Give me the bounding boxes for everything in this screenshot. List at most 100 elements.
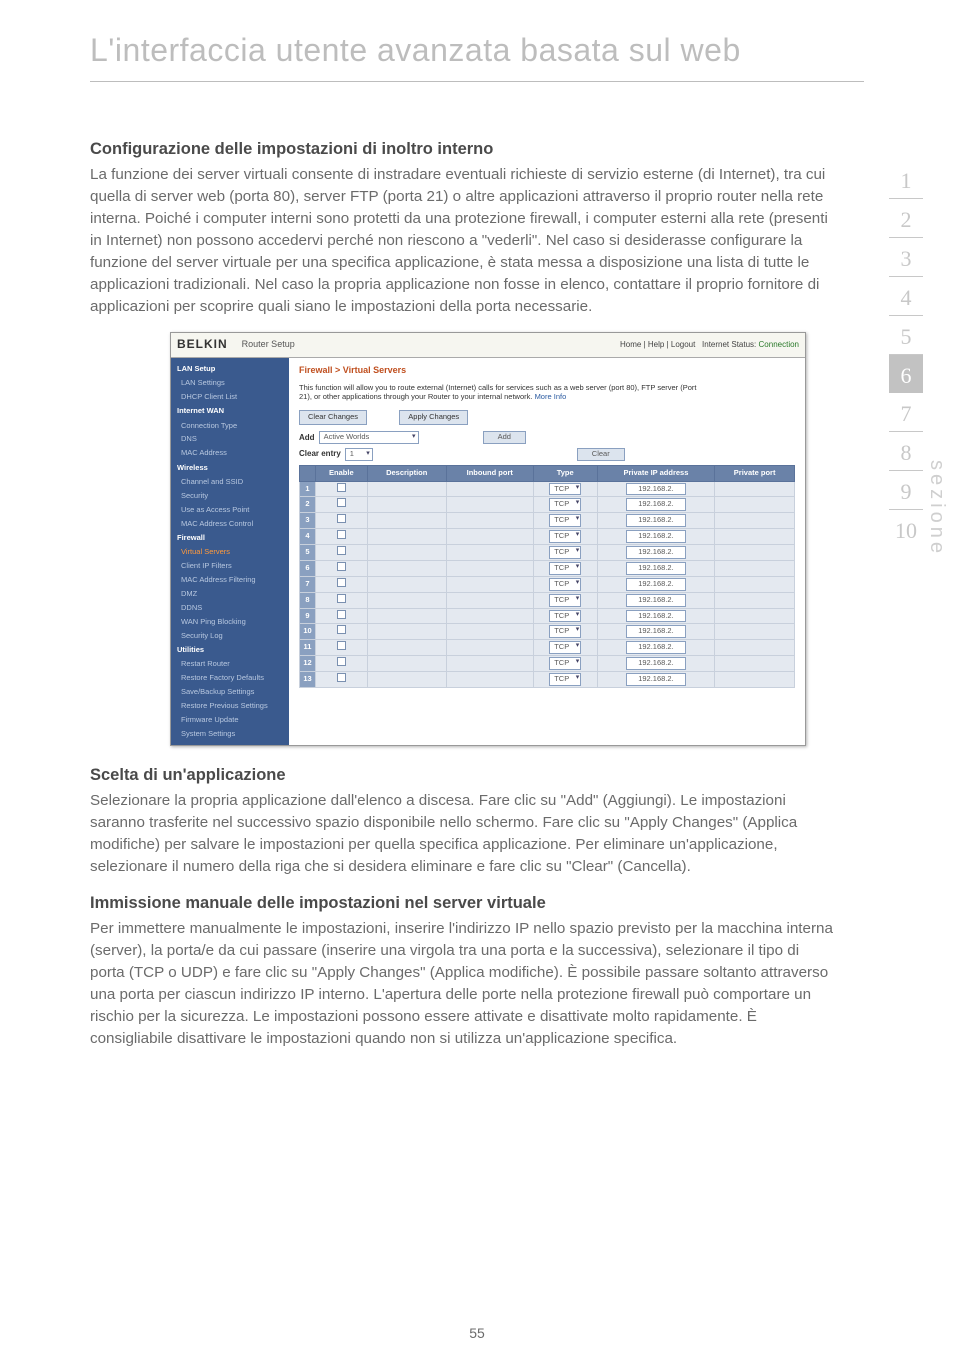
sidebar-item[interactable]: MAC Address: [171, 447, 289, 461]
description-cell[interactable]: [367, 592, 446, 608]
clear-entry-select[interactable]: 1: [345, 448, 373, 461]
private-ip-input[interactable]: 192.168.2.: [626, 673, 686, 686]
type-select[interactable]: TCP: [549, 610, 581, 623]
section-tab-3[interactable]: 3: [889, 238, 923, 277]
sidebar-item[interactable]: DNS: [171, 433, 289, 447]
private-port-cell[interactable]: [715, 624, 795, 640]
private-ip-input[interactable]: 192.168.2.: [626, 594, 686, 607]
type-select[interactable]: TCP: [549, 562, 581, 575]
enable-checkbox[interactable]: [337, 594, 346, 603]
description-cell[interactable]: [367, 672, 446, 688]
enable-checkbox[interactable]: [337, 657, 346, 666]
add-button[interactable]: Add: [483, 431, 526, 444]
sidebar-item[interactable]: Virtual Servers: [171, 546, 289, 560]
private-port-cell[interactable]: [715, 481, 795, 497]
inbound-port-cell[interactable]: [446, 560, 533, 576]
private-port-cell[interactable]: [715, 560, 795, 576]
section-tab-4[interactable]: 4: [889, 277, 923, 316]
private-port-cell[interactable]: [715, 529, 795, 545]
private-ip-input[interactable]: 192.168.2.: [626, 498, 686, 511]
private-ip-input[interactable]: 192.168.2.: [626, 514, 686, 527]
enable-checkbox[interactable]: [337, 514, 346, 523]
section-tab-7[interactable]: 7: [889, 393, 923, 432]
clear-button[interactable]: Clear: [577, 448, 625, 461]
section-tab-8[interactable]: 8: [889, 432, 923, 471]
section-tab-2[interactable]: 2: [889, 199, 923, 238]
description-cell[interactable]: [367, 545, 446, 561]
description-cell[interactable]: [367, 576, 446, 592]
type-select[interactable]: TCP: [549, 657, 581, 670]
enable-checkbox[interactable]: [337, 546, 346, 555]
clear-changes-button[interactable]: Clear Changes: [299, 410, 367, 425]
sidebar-item[interactable]: DDNS: [171, 601, 289, 615]
sidebar-item[interactable]: Save/Backup Settings: [171, 686, 289, 700]
sidebar-item[interactable]: Firmware Update: [171, 713, 289, 727]
description-cell[interactable]: [367, 497, 446, 513]
sidebar-item[interactable]: Security: [171, 489, 289, 503]
description-cell[interactable]: [367, 513, 446, 529]
enable-checkbox[interactable]: [337, 610, 346, 619]
description-cell[interactable]: [367, 529, 446, 545]
enable-checkbox[interactable]: [337, 641, 346, 650]
section-tab-1[interactable]: 1: [889, 160, 923, 199]
section-tab-6[interactable]: 6: [889, 355, 923, 393]
inbound-port-cell[interactable]: [446, 529, 533, 545]
type-select[interactable]: TCP: [549, 514, 581, 527]
type-select[interactable]: TCP: [549, 641, 581, 654]
private-ip-input[interactable]: 192.168.2.: [626, 578, 686, 591]
inbound-port-cell[interactable]: [446, 497, 533, 513]
inbound-port-cell[interactable]: [446, 656, 533, 672]
link-logout[interactable]: Logout: [671, 340, 695, 349]
private-port-cell[interactable]: [715, 656, 795, 672]
sidebar-item[interactable]: System Settings: [171, 727, 289, 741]
more-info-link[interactable]: More Info: [535, 392, 567, 401]
inbound-port-cell[interactable]: [446, 513, 533, 529]
sidebar-item[interactable]: Restore Factory Defaults: [171, 672, 289, 686]
type-select[interactable]: TCP: [549, 498, 581, 511]
type-select[interactable]: TCP: [549, 673, 581, 686]
sidebar-item[interactable]: Use as Access Point: [171, 503, 289, 517]
sidebar-item[interactable]: Connection Type: [171, 419, 289, 433]
private-port-cell[interactable]: [715, 592, 795, 608]
private-port-cell[interactable]: [715, 672, 795, 688]
sidebar-item[interactable]: WAN Ping Blocking: [171, 615, 289, 629]
private-ip-input[interactable]: 192.168.2.: [626, 483, 686, 496]
type-select[interactable]: TCP: [549, 530, 581, 543]
type-select[interactable]: TCP: [549, 594, 581, 607]
private-port-cell[interactable]: [715, 513, 795, 529]
description-cell[interactable]: [367, 481, 446, 497]
description-cell[interactable]: [367, 608, 446, 624]
private-port-cell[interactable]: [715, 545, 795, 561]
sidebar-item[interactable]: MAC Address Filtering: [171, 574, 289, 588]
enable-checkbox[interactable]: [337, 498, 346, 507]
sidebar-item[interactable]: LAN Settings: [171, 376, 289, 390]
sidebar-item[interactable]: Security Log: [171, 629, 289, 643]
enable-checkbox[interactable]: [337, 673, 346, 682]
type-select[interactable]: TCP: [549, 578, 581, 591]
type-select[interactable]: TCP: [549, 625, 581, 638]
description-cell[interactable]: [367, 640, 446, 656]
sidebar-item[interactable]: Restore Previous Settings: [171, 700, 289, 714]
private-ip-input[interactable]: 192.168.2.: [626, 546, 686, 559]
link-home[interactable]: Home: [620, 340, 641, 349]
sidebar-item[interactable]: DHCP Client List: [171, 390, 289, 404]
sidebar-item[interactable]: Channel and SSID: [171, 476, 289, 490]
enable-checkbox[interactable]: [337, 625, 346, 634]
apply-changes-button[interactable]: Apply Changes: [399, 410, 468, 425]
inbound-port-cell[interactable]: [446, 576, 533, 592]
enable-checkbox[interactable]: [337, 530, 346, 539]
section-tab-10[interactable]: 10: [889, 510, 923, 548]
type-select[interactable]: TCP: [549, 546, 581, 559]
description-cell[interactable]: [367, 624, 446, 640]
enable-checkbox[interactable]: [337, 578, 346, 587]
sidebar-item[interactable]: DMZ: [171, 588, 289, 602]
inbound-port-cell[interactable]: [446, 592, 533, 608]
private-ip-input[interactable]: 192.168.2.: [626, 657, 686, 670]
private-ip-input[interactable]: 192.168.2.: [626, 610, 686, 623]
private-ip-input[interactable]: 192.168.2.: [626, 625, 686, 638]
private-port-cell[interactable]: [715, 576, 795, 592]
description-cell[interactable]: [367, 656, 446, 672]
sidebar-item[interactable]: Client IP Filters: [171, 560, 289, 574]
enable-checkbox[interactable]: [337, 562, 346, 571]
enable-checkbox[interactable]: [337, 483, 346, 492]
